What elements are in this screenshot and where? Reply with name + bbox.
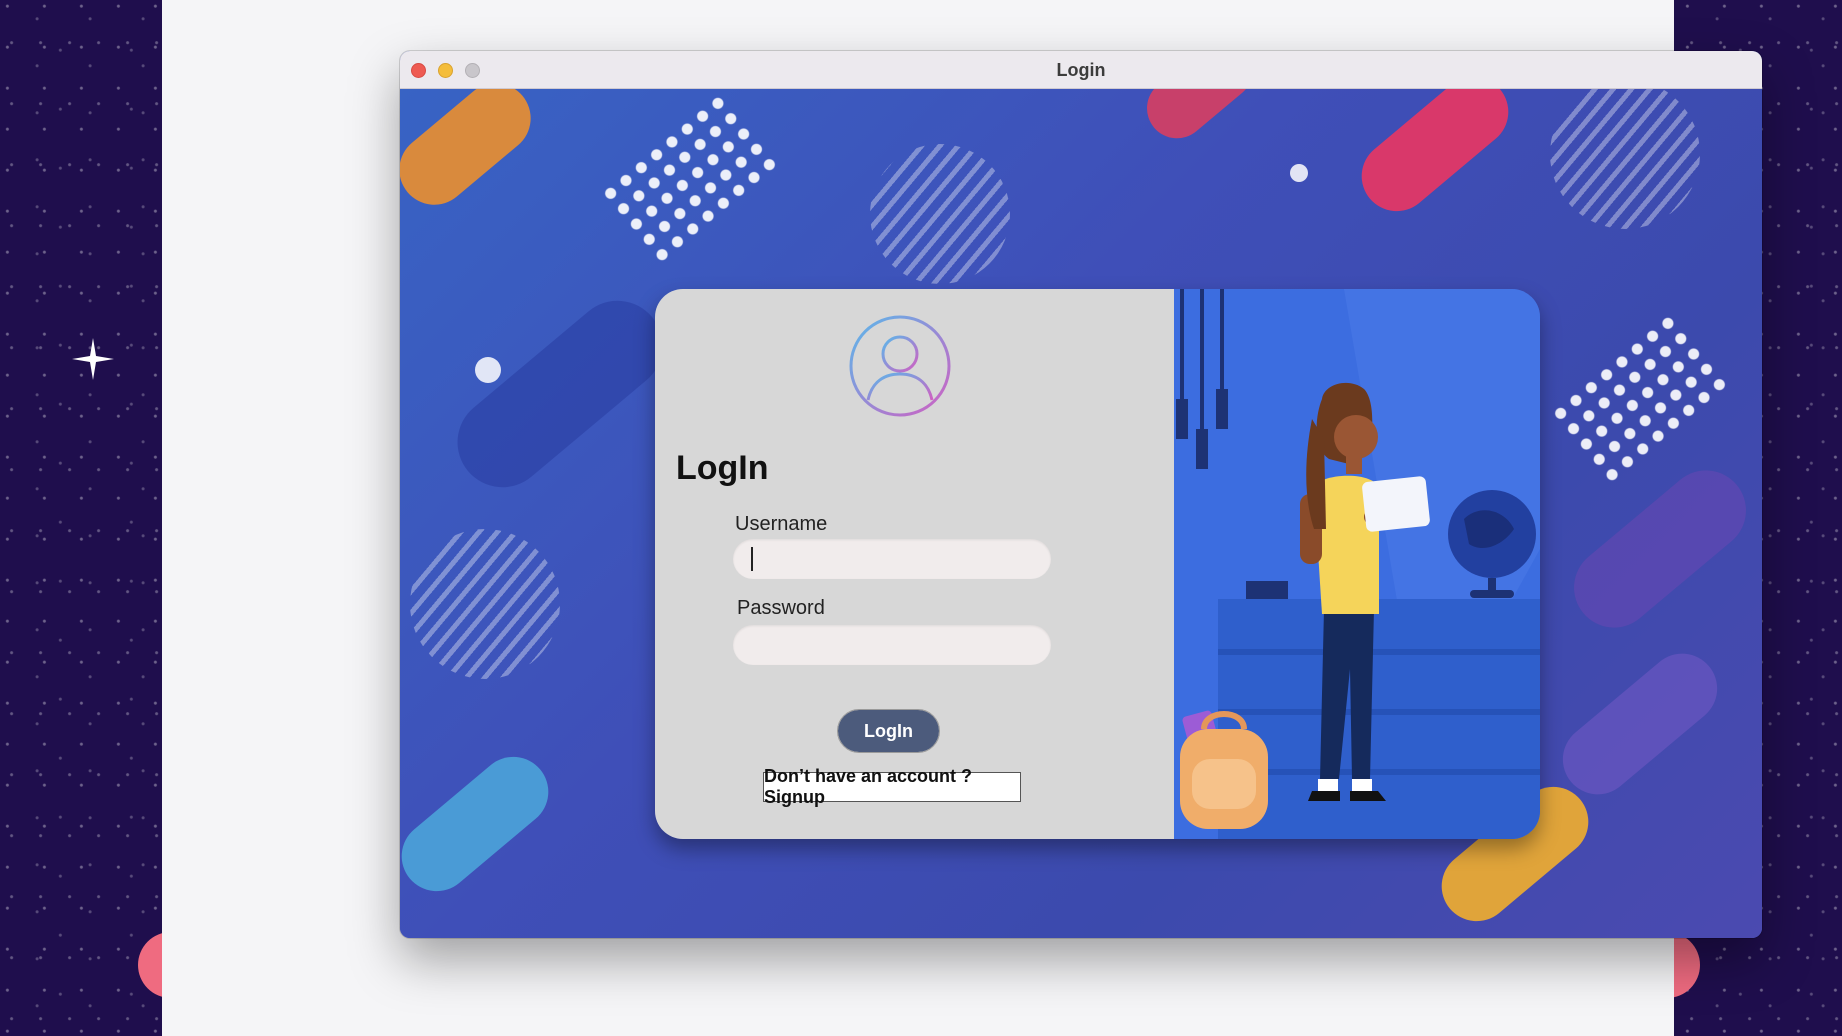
password-label: Password xyxy=(737,597,825,619)
deco-dots xyxy=(1546,309,1734,489)
password-field[interactable] xyxy=(733,625,1051,665)
deco-bubble xyxy=(475,357,501,383)
deco-striped-circle xyxy=(1550,89,1700,229)
deco-pill xyxy=(439,282,681,506)
deco-pill xyxy=(400,742,563,906)
deco-bubble xyxy=(1290,164,1308,182)
signup-link[interactable]: Don’t have an account ? Signup xyxy=(763,766,1021,807)
deco-pill xyxy=(400,89,545,220)
deco-striped-circle xyxy=(870,144,1010,284)
login-window: Login LogIn Username Password LogIn Don’… xyxy=(400,51,1762,938)
user-avatar-icon xyxy=(849,315,951,417)
deco-pill xyxy=(1347,89,1523,226)
login-card: LogIn Username Password LogIn Don’t have… xyxy=(655,289,1540,839)
login-heading: LogIn xyxy=(676,449,769,487)
username-label: Username xyxy=(735,513,828,535)
space-background-left xyxy=(0,0,162,1036)
sparkle-icon xyxy=(72,338,114,380)
deco-pill xyxy=(1134,89,1266,151)
deco-dots xyxy=(596,89,784,269)
illustration-panel xyxy=(1174,289,1540,839)
deco-striped-circle xyxy=(410,529,560,679)
window-content: LogIn Username Password LogIn Don’t have… xyxy=(400,89,1762,938)
login-form-panel: LogIn Username Password LogIn Don’t have… xyxy=(655,289,1174,839)
login-button[interactable]: LogIn xyxy=(837,709,940,753)
username-field[interactable] xyxy=(733,539,1051,579)
text-caret xyxy=(751,547,753,571)
student-illustration xyxy=(1176,289,1540,839)
deco-pill xyxy=(1557,454,1762,644)
deco-pill xyxy=(1548,639,1732,809)
slide-canvas: Login LogIn Username Password LogIn Don’… xyxy=(162,0,1762,1036)
window-titlebar: Login xyxy=(400,51,1762,89)
window-title: Login xyxy=(1056,60,1106,80)
